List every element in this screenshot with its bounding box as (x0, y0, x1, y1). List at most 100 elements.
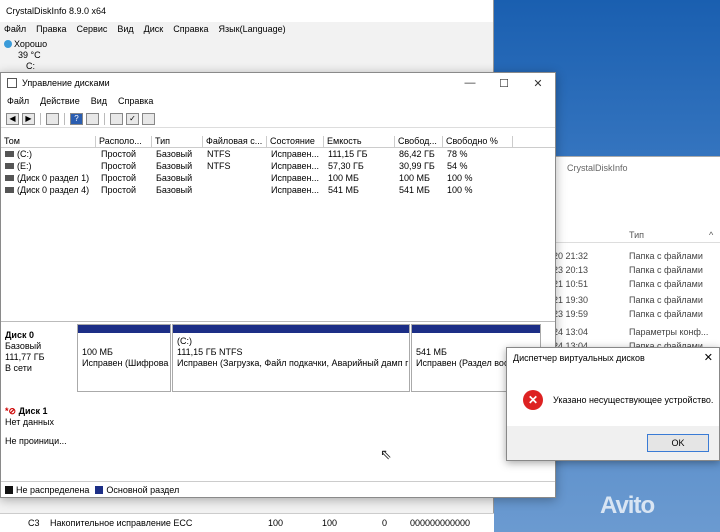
ok-button[interactable]: OK (647, 434, 709, 452)
disk0-label[interactable]: Диск 0 Базовый 111,77 ГБ В сети (5, 330, 44, 374)
dm-menu-action[interactable]: Действие (40, 96, 80, 107)
col-free[interactable]: Свобод... (395, 136, 443, 148)
cdi-menu-service[interactable]: Сервис (77, 24, 108, 36)
mouse-cursor-icon: ⇖ (380, 446, 392, 462)
cdi-title: CrystalDiskInfo 8.9.0 x64 (0, 0, 493, 22)
dm-title: Управление дисками (22, 78, 110, 88)
legend-unallocated: Не распределена (5, 485, 89, 495)
cdi-menu-file[interactable]: Файл (4, 24, 26, 36)
toolbar-separator (64, 112, 65, 125)
volume-list: Том Располо... Тип Файловая с... Состоян… (1, 134, 555, 319)
error-dialog: Диспетчер виртуальных дисков ✕ ✕ Указано… (506, 347, 720, 461)
dm-toolbar: ◀ ▶ ? ✓ (1, 110, 555, 128)
dm-menu-bar: Файл Действие Вид Справка (1, 93, 555, 110)
smart-id: C3 (28, 518, 40, 528)
smart-worst: 100 (322, 518, 338, 528)
disk1-status: Нет данных (5, 417, 54, 427)
col-layout[interactable]: Располо... (96, 136, 152, 148)
smart-row: C3 Накопительное исправление ECC 100 100… (0, 513, 494, 532)
partition-bar (173, 325, 409, 333)
list-item[interactable]: 23 19:59 Папка с файлами (549, 309, 720, 322)
table-row[interactable]: (E:) Простой Базовый NTFS Исправен... 57,3… (1, 161, 555, 173)
partition-bar (412, 325, 540, 333)
toolbar-separator (40, 112, 41, 125)
col-free-percent[interactable]: Свободно % (443, 136, 513, 148)
cdi2-col-arrow: ^ (709, 230, 714, 240)
partition-bar (78, 325, 170, 333)
table-row[interactable]: (C:) Простой Базовый NTFS Исправен... 111,… (1, 149, 555, 161)
dm-menu-view[interactable]: Вид (91, 96, 107, 107)
col-filesystem[interactable]: Файловая с... (203, 136, 267, 148)
cdi2-header: Тип ^ (549, 227, 720, 243)
list-item[interactable]: 24 13:04 Параметры конф... (549, 327, 720, 340)
health-dot-icon (4, 40, 12, 48)
list-item[interactable]: 21 19:30 Папка с файлами (549, 295, 720, 308)
cdi-menu-bar: Файл Правка Сервис Вид Диск Справка Язык… (0, 22, 493, 38)
volume-list-header: Том Располо... Тип Файловая с... Состоян… (1, 134, 555, 148)
volume-icon (5, 175, 14, 181)
disk0-type: Базовый (5, 341, 42, 351)
help-icon[interactable]: ? (70, 112, 83, 125)
partition-c[interactable]: (C:) 111,15 ГБ NTFS Исправен (Загрузка, Фа… (172, 324, 410, 392)
dm-menu-file[interactable]: Файл (7, 96, 29, 107)
window-controls: — ☐ ✕ (453, 73, 555, 93)
minimize-button[interactable]: — (453, 73, 487, 93)
disk1-name: Диск 1 (18, 406, 48, 416)
disk1-label[interactable]: *⊘ Диск 1 Нет данных Не проиници... (5, 406, 67, 447)
legend-primary: Основной раздел (95, 485, 179, 495)
cdi-menu-view[interactable]: Вид (117, 24, 133, 36)
dm-menu-help[interactable]: Справка (118, 96, 153, 107)
list-view-icon[interactable] (142, 112, 155, 125)
disk-graphical-view: Диск 0 Базовый 111,77 ГБ В сети 100 МБ Ис… (1, 321, 555, 471)
dialog-message: Указано несуществующее устройство. (553, 395, 714, 405)
disk1-init: Не проиници... (5, 436, 67, 446)
cdi-health-status[interactable]: Хорошо 39 °C C: (4, 39, 47, 72)
disk0-name: Диск 0 (5, 330, 34, 340)
col-type[interactable]: Тип (152, 136, 203, 148)
console-tree-icon[interactable] (46, 112, 59, 125)
smart-raw: 000000000000 (410, 518, 471, 528)
volume-icon (5, 163, 14, 169)
forward-icon[interactable]: ▶ (22, 112, 35, 125)
avito-watermark: Avito (600, 492, 655, 519)
health-text: Хорошо (14, 39, 48, 49)
cdi-menu-disk[interactable]: Диск (144, 24, 164, 36)
dialog-footer: OK (507, 426, 719, 460)
list-item[interactable]: 21 10:51 Папка с файлами (549, 279, 720, 292)
drive-letter: C: (26, 61, 35, 71)
cdi-menu-help[interactable]: Справка (173, 24, 208, 36)
disk-management-window: Управление дисками — ☐ ✕ Файл Действие В… (0, 72, 556, 498)
back-icon[interactable]: ◀ (6, 112, 19, 125)
disk-management-icon (7, 78, 17, 88)
col-status[interactable]: Состояние (267, 136, 324, 148)
table-row[interactable]: (Диск 0 раздел 4) Простой Базовый Исправе… (1, 185, 555, 197)
cdi-menu-edit[interactable]: Правка (36, 24, 66, 36)
col-capacity[interactable]: Емкость (324, 136, 395, 148)
dialog-close-button[interactable]: ✕ (704, 351, 713, 364)
dialog-title: Диспетчер виртуальных дисков (513, 353, 645, 363)
connect-disk-icon[interactable] (110, 112, 123, 125)
disk0-size: 111,77 ГБ (5, 352, 45, 362)
cdi2-col-type[interactable]: Тип (629, 230, 644, 240)
properties-icon[interactable] (86, 112, 99, 125)
check-icon[interactable]: ✓ (126, 112, 139, 125)
volume-icon (5, 187, 14, 193)
temperature: 39 °C (18, 50, 41, 60)
smart-current: 100 (268, 518, 284, 528)
list-item[interactable]: 20 21:32 Папка с файлами (549, 251, 720, 264)
disk0-status: В сети (5, 363, 32, 373)
cdi2-title: CrystalDiskInfo (567, 163, 628, 173)
col-volume[interactable]: Том (1, 136, 96, 148)
toolbar-separator (104, 112, 105, 125)
legend: Не распределена Основной раздел (1, 481, 555, 497)
disk-error-icon: *⊘ (5, 406, 17, 416)
smart-name: Накопительное исправление ECC (50, 518, 193, 528)
partition-efi[interactable]: 100 МБ Исправен (Шифрова (77, 324, 171, 392)
list-item[interactable]: 23 20:13 Папка с файлами (549, 265, 720, 278)
error-icon: ✕ (523, 390, 543, 410)
close-button[interactable]: ✕ (521, 73, 555, 93)
maximize-button[interactable]: ☐ (487, 73, 521, 93)
table-row[interactable]: (Диск 0 раздел 1) Простой Базовый Исправе… (1, 173, 555, 185)
cdi-menu-language[interactable]: Язык(Language) (219, 24, 286, 36)
unallocated-swatch-icon (5, 485, 13, 494)
